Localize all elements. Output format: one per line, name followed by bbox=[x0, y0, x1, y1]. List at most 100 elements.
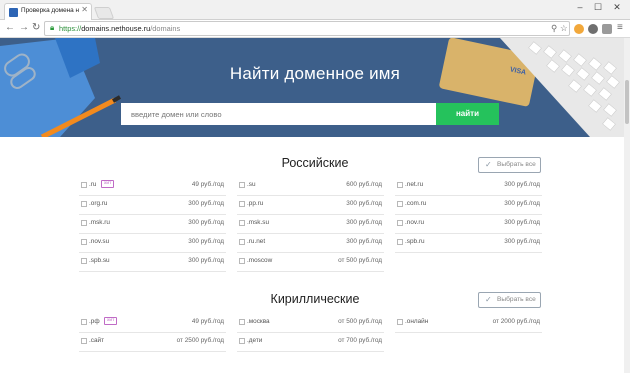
domain-zone: .su bbox=[247, 181, 256, 188]
domain-zone: .moscow bbox=[247, 257, 273, 264]
tab-close-icon[interactable]: ✕ bbox=[81, 5, 88, 14]
domain-row[interactable]: .рф хит 49 руб./год bbox=[79, 314, 226, 333]
domain-zone: .net.ru bbox=[405, 181, 424, 188]
domain-row[interactable]: .msk.su 300 руб./год bbox=[237, 215, 384, 234]
hero-title: Найти доменное имя bbox=[229, 64, 401, 83]
domain-zone: .pp.ru bbox=[247, 200, 264, 207]
domain-row[interactable]: .spb.su 300 руб./год bbox=[79, 253, 226, 272]
extension-box-icon[interactable] bbox=[602, 24, 612, 34]
domain-row[interactable]: .сайт от 2500 руб./год bbox=[79, 333, 226, 352]
domain-checkbox[interactable] bbox=[239, 182, 245, 188]
select-all-russian-button[interactable]: ✓ Выбрать все bbox=[478, 157, 541, 173]
domain-price: 300 руб./год bbox=[346, 200, 382, 207]
domain-zone: .ru bbox=[89, 181, 97, 188]
domain-row[interactable]: .msk.ru 300 руб./год bbox=[79, 215, 226, 234]
domain-row[interactable]: .com.ru 300 руб./год bbox=[395, 196, 542, 215]
domain-row[interactable]: .nov.su 300 руб./год bbox=[79, 234, 226, 253]
minimize-icon[interactable]: – bbox=[572, 2, 588, 12]
domain-zone: .msk.ru bbox=[89, 219, 110, 226]
domain-checkbox[interactable] bbox=[397, 220, 403, 226]
back-arrow-icon[interactable]: ← bbox=[5, 22, 15, 33]
domain-checkbox[interactable] bbox=[239, 239, 245, 245]
forward-arrow-icon[interactable]: → bbox=[19, 22, 29, 33]
url-text: https://domains.nethouse.ru/domains bbox=[59, 24, 181, 33]
domain-row[interactable]: .ru хит 49 руб./год bbox=[79, 177, 226, 196]
domain-row[interactable]: .дети от 700 руб./год bbox=[237, 333, 384, 352]
hit-badge: хит bbox=[101, 180, 115, 188]
domain-row[interactable]: .москва от 500 руб./год bbox=[237, 314, 384, 333]
extension-smiley-icon[interactable] bbox=[574, 24, 584, 34]
select-all-cyrillic-button[interactable]: ✓ Выбрать все bbox=[478, 292, 541, 308]
domain-zone: .москва bbox=[247, 318, 270, 325]
domain-price: 300 руб./год bbox=[504, 181, 540, 188]
maximize-icon[interactable]: ☐ bbox=[590, 2, 606, 13]
pencil-tip-image bbox=[112, 95, 121, 103]
domain-row[interactable]: .su 600 руб./год bbox=[237, 177, 384, 196]
menu-icon[interactable]: ≡ bbox=[617, 22, 623, 33]
domain-zone: .дети bbox=[247, 337, 263, 344]
domain-checkbox[interactable] bbox=[239, 220, 245, 226]
domain-checkbox[interactable] bbox=[239, 258, 245, 264]
domain-price: 300 руб./год bbox=[188, 200, 224, 207]
domain-checkbox[interactable] bbox=[397, 182, 403, 188]
close-window-icon[interactable]: ✕ bbox=[609, 2, 625, 13]
domain-checkbox[interactable] bbox=[239, 338, 245, 344]
zoom-search-icon[interactable]: ⚲ bbox=[551, 23, 557, 34]
domain-row[interactable]: .moscow от 500 руб./год bbox=[237, 253, 384, 272]
domain-row[interactable]: .spb.ru 300 руб./год bbox=[395, 234, 542, 253]
domain-price: 300 руб./год bbox=[346, 238, 382, 245]
domain-checkbox[interactable] bbox=[81, 319, 87, 325]
browser-toolbar: ← → ↻ 🔒︎ https://domains.nethouse.ru/dom… bbox=[0, 20, 630, 38]
domain-checkbox[interactable] bbox=[397, 201, 403, 207]
bookmark-star-icon[interactable]: ☆ bbox=[560, 23, 568, 34]
domain-zone: .spb.ru bbox=[405, 238, 425, 245]
lock-icon: 🔒︎ bbox=[50, 23, 55, 32]
domain-checkbox[interactable] bbox=[81, 182, 87, 188]
hero-banner: VISA Найти доменное имя найти bbox=[0, 38, 630, 137]
scrollbar-thumb[interactable] bbox=[625, 80, 629, 124]
domain-row[interactable]: .онлайн от 2000 руб./год bbox=[395, 314, 542, 333]
domain-price: 300 руб./год bbox=[188, 219, 224, 226]
domain-checkbox[interactable] bbox=[81, 220, 87, 226]
domain-checkbox[interactable] bbox=[81, 239, 87, 245]
page-scrollbar[interactable] bbox=[624, 38, 630, 373]
domain-price: от 2000 руб./год bbox=[492, 318, 540, 325]
domain-checkbox[interactable] bbox=[239, 201, 245, 207]
domain-search-input[interactable] bbox=[121, 103, 436, 125]
select-all-label: Выбрать все bbox=[497, 296, 536, 303]
domain-price: 600 руб./год bbox=[346, 181, 382, 188]
browser-tab[interactable]: Проверка домена на зан ✕ bbox=[4, 3, 92, 21]
domain-price: от 500 руб./год bbox=[338, 318, 382, 325]
new-tab-button[interactable] bbox=[93, 7, 115, 19]
domain-checkbox[interactable] bbox=[81, 201, 87, 207]
domain-row[interactable]: .ru.net 300 руб./год bbox=[237, 234, 384, 253]
domain-price: от 700 руб./год bbox=[338, 337, 382, 344]
domain-zone: .рф bbox=[89, 318, 100, 325]
domain-row[interactable]: .nov.ru 300 руб./год bbox=[395, 215, 542, 234]
domain-row[interactable]: .org.ru 300 руб./год bbox=[79, 196, 226, 215]
domain-checkbox[interactable] bbox=[397, 239, 403, 245]
domain-price: 300 руб./год bbox=[188, 257, 224, 264]
hit-badge: хит bbox=[104, 317, 118, 325]
domain-checkbox[interactable] bbox=[81, 258, 87, 264]
domain-row[interactable]: .net.ru 300 руб./год bbox=[395, 177, 542, 196]
domain-price: от 2500 руб./год bbox=[176, 337, 224, 344]
domain-price: 49 руб./год bbox=[191, 318, 224, 325]
select-all-label: Выбрать все bbox=[497, 161, 536, 168]
search-button[interactable]: найти bbox=[436, 103, 499, 125]
domain-price: 300 руб./год bbox=[504, 200, 540, 207]
browser-titlebar: Проверка домена на зан ✕ – ☐ ✕ bbox=[0, 0, 630, 21]
checkmark-icon: ✓ bbox=[485, 295, 492, 304]
domain-zone: .org.ru bbox=[89, 200, 108, 207]
domain-price: 300 руб./год bbox=[504, 238, 540, 245]
domain-checkbox[interactable] bbox=[239, 319, 245, 325]
domain-price: 49 руб./год bbox=[191, 181, 224, 188]
reload-icon[interactable]: ↻ bbox=[32, 22, 40, 33]
extension-shield-icon[interactable] bbox=[588, 24, 598, 34]
domain-checkbox[interactable] bbox=[81, 338, 87, 344]
domain-row[interactable]: .pp.ru 300 руб./год bbox=[237, 196, 384, 215]
domain-zone: .nov.ru bbox=[405, 219, 425, 226]
address-bar[interactable]: 🔒︎ https://domains.nethouse.ru/domains ⚲… bbox=[44, 21, 570, 36]
domain-checkbox[interactable] bbox=[397, 319, 403, 325]
domain-zone: .msk.su bbox=[247, 219, 270, 226]
